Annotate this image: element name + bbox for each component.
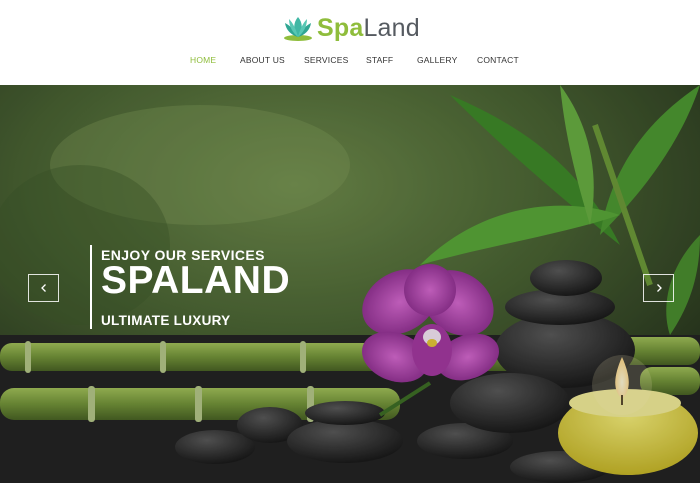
site-header: SpaLand HOME ABOUT US SERVICES STAFF GAL… xyxy=(0,0,700,85)
hero-caption: ENJOY OUR SERVICES SPALAND ULTIMATE LUXU… xyxy=(90,245,290,329)
chevron-left-icon xyxy=(40,284,46,292)
logo[interactable]: SpaLand xyxy=(282,12,420,44)
hero-tagline: ULTIMATE LUXURY xyxy=(101,313,231,328)
nav-item-home[interactable]: HOME xyxy=(190,55,216,65)
logo-text: SpaLand xyxy=(317,13,420,42)
nav-item-gallery[interactable]: GALLERY xyxy=(417,55,457,65)
slider-next-button[interactable] xyxy=(643,274,674,302)
hero-title: SPALAND xyxy=(101,259,291,302)
chevron-right-icon xyxy=(656,284,662,292)
hero-slider: ENJOY OUR SERVICES SPALAND ULTIMATE LUXU… xyxy=(0,85,700,483)
lotus-icon xyxy=(284,17,312,41)
logo-text-land: Land xyxy=(363,13,420,42)
slider-prev-button[interactable] xyxy=(28,274,59,302)
nav-item-about-us[interactable]: ABOUT US xyxy=(240,55,285,65)
main-nav: HOME ABOUT US SERVICES STAFF GALLERY CON… xyxy=(0,55,700,67)
nav-item-services[interactable]: SERVICES xyxy=(304,55,348,65)
nav-item-staff[interactable]: STAFF xyxy=(366,55,393,65)
logo-text-spa: Spa xyxy=(317,13,364,42)
nav-item-contact[interactable]: CONTACT xyxy=(477,55,519,65)
